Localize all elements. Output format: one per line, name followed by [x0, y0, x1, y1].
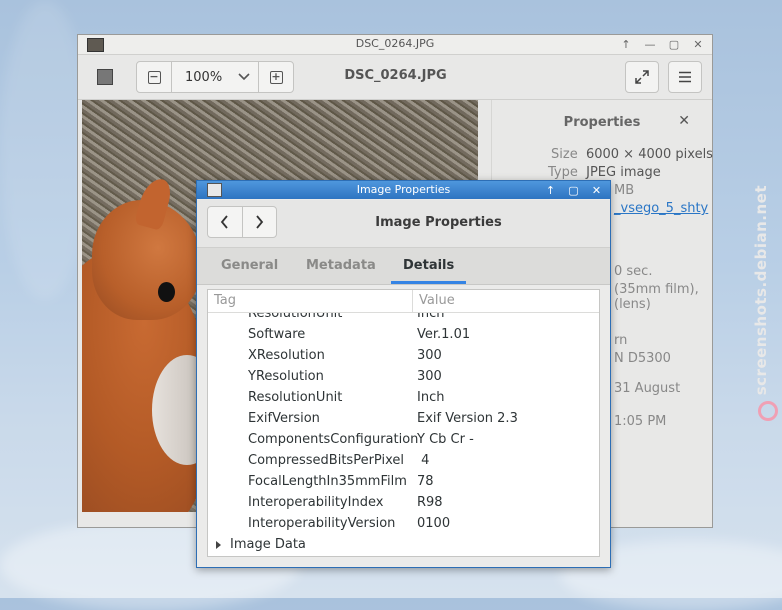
previous-image-button[interactable] [208, 207, 243, 237]
viewer-titlebar[interactable]: DSC_0264.JPG ↑ — ▢ ✕ [78, 35, 712, 55]
property-exposure: 0 sec. [614, 264, 653, 279]
zoom-in-button[interactable]: + [258, 62, 293, 92]
table-row[interactable]: Software Ver.1.01 [208, 325, 599, 346]
dialog-close-icon[interactable]: ✕ [589, 181, 604, 199]
tab-metadata[interactable]: Metadata [306, 248, 376, 284]
viewer-header-title: DSC_0264.JPG [344, 68, 447, 83]
zoom-dropdown[interactable]: 100% [172, 62, 258, 92]
watermark: screenshots.debian.net [752, 185, 782, 425]
next-image-button[interactable] [243, 207, 277, 237]
image-nav [207, 206, 277, 238]
table-row[interactable]: CompressedBitsPerPixel 4 [208, 451, 599, 472]
dialog-maximize-icon[interactable]: ▢ [566, 181, 581, 199]
table-row[interactable]: ExifVersion Exif Version 2.3 [208, 409, 599, 430]
zoom-value: 100% [185, 69, 223, 85]
viewer-window-title: DSC_0264.JPG [355, 37, 435, 50]
expander-arrow-icon[interactable] [216, 541, 221, 549]
minimize-icon[interactable]: — [642, 35, 658, 53]
details-tree[interactable]: Tag Value ResolutionUnit Inch Software Ver… [207, 289, 600, 557]
column-value[interactable]: Value [412, 290, 455, 312]
dialog-tabs: General Metadata Details [197, 247, 610, 285]
table-row[interactable]: InteroperabilityVersion 0100 [208, 514, 599, 535]
watermark-text: screenshots.debian.net [752, 185, 770, 396]
group-row-image-data[interactable]: Image Data [208, 535, 599, 556]
dialog-titlebar[interactable]: Image Properties ↑ ▢ ✕ [197, 181, 610, 199]
zoom-in-icon: + [269, 69, 283, 84]
viewer-headerbar: − 100% + DSC_0264.JPG [78, 55, 712, 100]
property-date: 31 August [614, 381, 681, 396]
table-row[interactable]: YResolution 300 [208, 367, 599, 388]
close-properties-icon[interactable]: ✕ [678, 113, 690, 129]
property-time: 1:05 PM [614, 414, 667, 429]
debian-swirl-icon [758, 401, 778, 421]
column-tag[interactable]: Tag [214, 293, 236, 308]
table-row[interactable]: FocalLengthIn35mmFilm 78 [208, 472, 599, 493]
close-icon[interactable]: ✕ [690, 35, 706, 53]
table-row[interactable]: InteroperabilityIndex R98 [208, 493, 599, 514]
table-row[interactable]: ResolutionUnit Inch [208, 388, 599, 409]
maximize-icon[interactable]: ▢ [666, 35, 682, 53]
zoom-out-button[interactable]: − [137, 62, 172, 92]
tab-general[interactable]: General [221, 248, 278, 284]
chevron-left-icon [221, 215, 228, 229]
property-focal-35mm: (35mm film), [614, 282, 699, 297]
hamburger-icon [679, 71, 691, 83]
fullscreen-button[interactable] [625, 61, 659, 93]
zoom-control: − 100% + [136, 61, 294, 93]
property-size: Size 6000 × 4000 pixels [551, 147, 713, 162]
table-row[interactable]: XResolution 300 [208, 346, 599, 367]
gallery-icon [97, 69, 113, 85]
gallery-button[interactable] [91, 65, 119, 89]
image-properties-dialog: Image Properties ↑ ▢ ✕ Image Properties … [196, 180, 611, 568]
property-type: Type JPEG image [548, 165, 661, 180]
property-model: N D5300 [614, 351, 671, 366]
zoom-out-icon: − [147, 69, 161, 84]
fullscreen-icon [635, 70, 649, 84]
chevron-right-icon [256, 215, 263, 229]
property-maker: rn [614, 333, 628, 348]
dialog-keep-above-icon[interactable]: ↑ [543, 181, 558, 199]
keep-above-icon[interactable]: ↑ [618, 35, 634, 53]
table-row[interactable]: ComponentsConfiguration Y Cb Cr - [208, 430, 599, 451]
property-filesize: MB [614, 183, 635, 198]
property-folder-link[interactable]: _vsego_5_shty [614, 201, 708, 216]
chevron-down-icon [238, 73, 250, 81]
property-focal-lens: (lens) [614, 297, 651, 312]
dialog-headerbar: Image Properties [197, 200, 610, 247]
menu-button[interactable] [668, 61, 702, 93]
details-header: Tag Value [208, 290, 599, 313]
dialog-header-title: Image Properties [375, 215, 502, 230]
tab-details[interactable]: Details [391, 248, 467, 284]
